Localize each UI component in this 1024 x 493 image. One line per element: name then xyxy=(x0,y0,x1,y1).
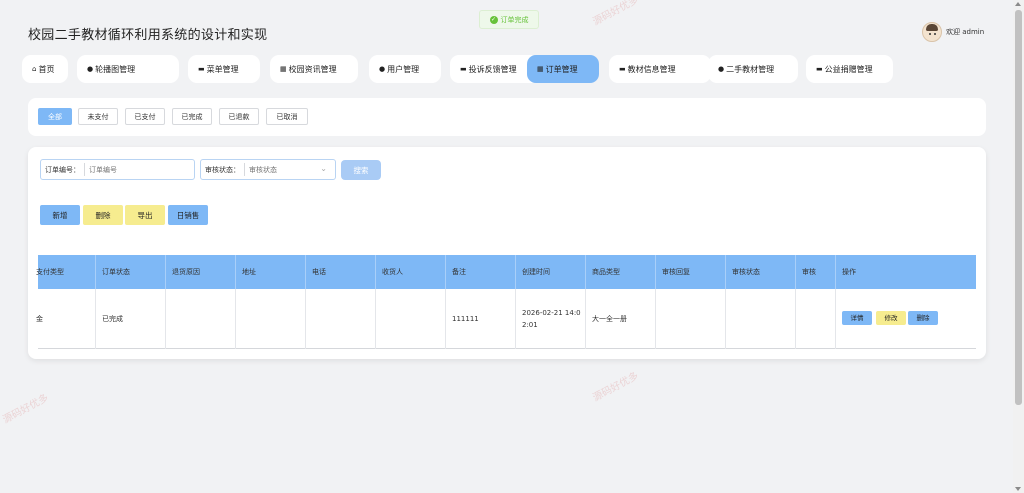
grid-icon: ▦ xyxy=(280,65,287,73)
nav-item-textbook-info[interactable]: ▬ 教材信息管理 xyxy=(609,55,711,83)
nav-item-label: 教材信息管理 xyxy=(627,64,676,74)
menu-icon: ▬ xyxy=(198,65,205,73)
column-header: 电话 xyxy=(306,255,376,289)
page: ✓ 订单完成 校园二手教材循环利用系统的设计和实现 欢迎 admin ⌂ 首页 ●… xyxy=(0,0,1013,493)
nav-item-donation[interactable]: ▬ 公益捐赠管理 xyxy=(806,55,893,83)
toast-message: ✓ 订单完成 xyxy=(479,10,539,29)
status-tab-refunded[interactable]: 已退款 xyxy=(219,108,259,125)
status-tab-completed[interactable]: 已完成 xyxy=(172,108,212,125)
status-tab-all[interactable]: 全部 xyxy=(38,108,72,125)
toast-text: 订单完成 xyxy=(500,15,529,24)
nav-item-news[interactable]: ▦ 校园资讯管理 xyxy=(270,55,358,83)
nav-item-label: 菜单管理 xyxy=(206,64,239,74)
table-cell xyxy=(726,289,796,349)
export-button[interactable]: 导出 xyxy=(125,205,165,225)
order-no-label: 订单编号： xyxy=(45,165,80,174)
column-header: 审核状态 xyxy=(726,255,796,289)
table-row: 金 已完成 111111 2026-02-21 14:02:01 大一全一册 详… xyxy=(36,289,976,349)
gift-icon: ▬ xyxy=(816,65,823,73)
column-header: 退货原因 xyxy=(166,255,236,289)
grid-icon: ▦ xyxy=(537,65,544,73)
user-icon: ● xyxy=(379,65,386,73)
edit-button[interactable]: 修改 xyxy=(876,311,906,325)
row-delete-button[interactable]: 删除 xyxy=(908,311,938,325)
table-cell xyxy=(796,289,836,349)
chevron-down-icon: ⌄ xyxy=(320,164,327,173)
detail-button[interactable]: 详情 xyxy=(842,311,872,325)
column-header: 备注 xyxy=(446,255,516,289)
page-title: 校园二手教材循环利用系统的设计和实现 xyxy=(28,28,268,43)
order-list-card: 订单编号： 审核状态： ⌄ 搜索 新增 删除 导出 日销售 支付类型 订单状态 … xyxy=(28,147,986,359)
check-circle-icon: ✓ xyxy=(489,15,498,24)
status-filter-card: 全部 未支付 已支付 已完成 已退款 已取消 xyxy=(28,98,986,136)
welcome-text: 欢迎 admin xyxy=(946,28,985,36)
status-tab-cancelled[interactable]: 已取消 xyxy=(266,108,308,125)
watermark: 源码好优多 xyxy=(591,0,641,28)
nav-item-label: 用户管理 xyxy=(387,64,420,74)
column-header: 支付类型 xyxy=(30,255,96,289)
scroll-up-arrow-icon[interactable] xyxy=(1015,2,1021,6)
nav-item-label: 首页 xyxy=(38,64,55,74)
watermark: 源码好优多 xyxy=(591,370,641,404)
book-icon: ▬ xyxy=(619,65,626,73)
avatar[interactable] xyxy=(922,22,942,42)
table-cell xyxy=(656,289,726,349)
column-header: 创建时间 xyxy=(516,255,586,289)
feedback-icon: ▬ xyxy=(460,65,467,73)
nav-item-used-textbook[interactable]: ● 二手教材管理 xyxy=(708,55,798,83)
search-button[interactable]: 搜索 xyxy=(341,160,381,180)
column-header: 收货人 xyxy=(376,255,446,289)
table-cell xyxy=(306,289,376,349)
column-header: 审核 xyxy=(796,255,836,289)
nav-item-label: 二手教材管理 xyxy=(726,64,775,74)
order-no-input[interactable] xyxy=(89,165,179,174)
column-header: 订单状态 xyxy=(96,255,166,289)
drop-icon: ● xyxy=(718,65,725,73)
scroll-down-arrow-icon[interactable] xyxy=(1015,487,1021,491)
nav-item-label: 投诉反馈管理 xyxy=(468,64,517,74)
nav-item-label: 订单管理 xyxy=(545,64,578,74)
table-cell xyxy=(236,289,306,349)
nav-item-label: 校园资讯管理 xyxy=(288,64,337,74)
table-cell-actions: 详情 修改 删除 xyxy=(836,289,976,349)
column-header: 审核回复 xyxy=(656,255,726,289)
nav-item-orders[interactable]: ▦ 订单管理 xyxy=(527,55,599,83)
column-header: 地址 xyxy=(236,255,306,289)
table-cell: 已完成 xyxy=(96,289,166,349)
add-button[interactable]: 新增 xyxy=(40,205,80,225)
daily-sales-button[interactable]: 日销售 xyxy=(168,205,208,225)
table-cell: 金 xyxy=(30,289,96,349)
nav-item-carousel[interactable]: ● 轮播图管理 xyxy=(77,55,179,83)
table-cell xyxy=(376,289,446,349)
home-icon: ⌂ xyxy=(32,65,37,73)
nav-item-users[interactable]: ● 用户管理 xyxy=(369,55,441,83)
table-cell xyxy=(166,289,236,349)
column-header: 操作 xyxy=(842,268,856,276)
review-status-select[interactable]: 审核状态： ⌄ xyxy=(200,159,336,180)
table-cell: 2026-02-21 14:02:01 xyxy=(516,289,586,349)
review-status-input[interactable] xyxy=(249,165,309,174)
nav-item-menu[interactable]: ▬ 菜单管理 xyxy=(188,55,260,83)
table-cell: 大一全一册 xyxy=(586,289,656,349)
table-header: 支付类型 订单状态 退货原因 地址 电话 收货人 备注 创建时间 商品类型 审核… xyxy=(36,255,976,289)
status-tab-paid[interactable]: 已支付 xyxy=(125,108,165,125)
column-header: 商品类型 xyxy=(586,255,656,289)
nav-item-label: 公益捐赠管理 xyxy=(824,64,873,74)
review-status-label: 审核状态： xyxy=(205,165,240,174)
watermark: 源码好优多 xyxy=(1,392,51,426)
nav-item-label: 轮播图管理 xyxy=(95,64,136,74)
user-menu[interactable]: 欢迎 admin xyxy=(922,22,984,42)
delete-button[interactable]: 删除 xyxy=(83,205,123,225)
nav-item-home[interactable]: ⌂ 首页 xyxy=(22,55,68,83)
status-tab-unpaid[interactable]: 未支付 xyxy=(78,108,118,125)
carousel-icon: ● xyxy=(87,65,94,73)
vertical-scrollbar[interactable] xyxy=(1013,0,1024,493)
order-no-field[interactable]: 订单编号： xyxy=(40,159,195,180)
scrollbar-thumb[interactable] xyxy=(1015,10,1022,405)
table-cell: 111111 xyxy=(446,289,516,349)
